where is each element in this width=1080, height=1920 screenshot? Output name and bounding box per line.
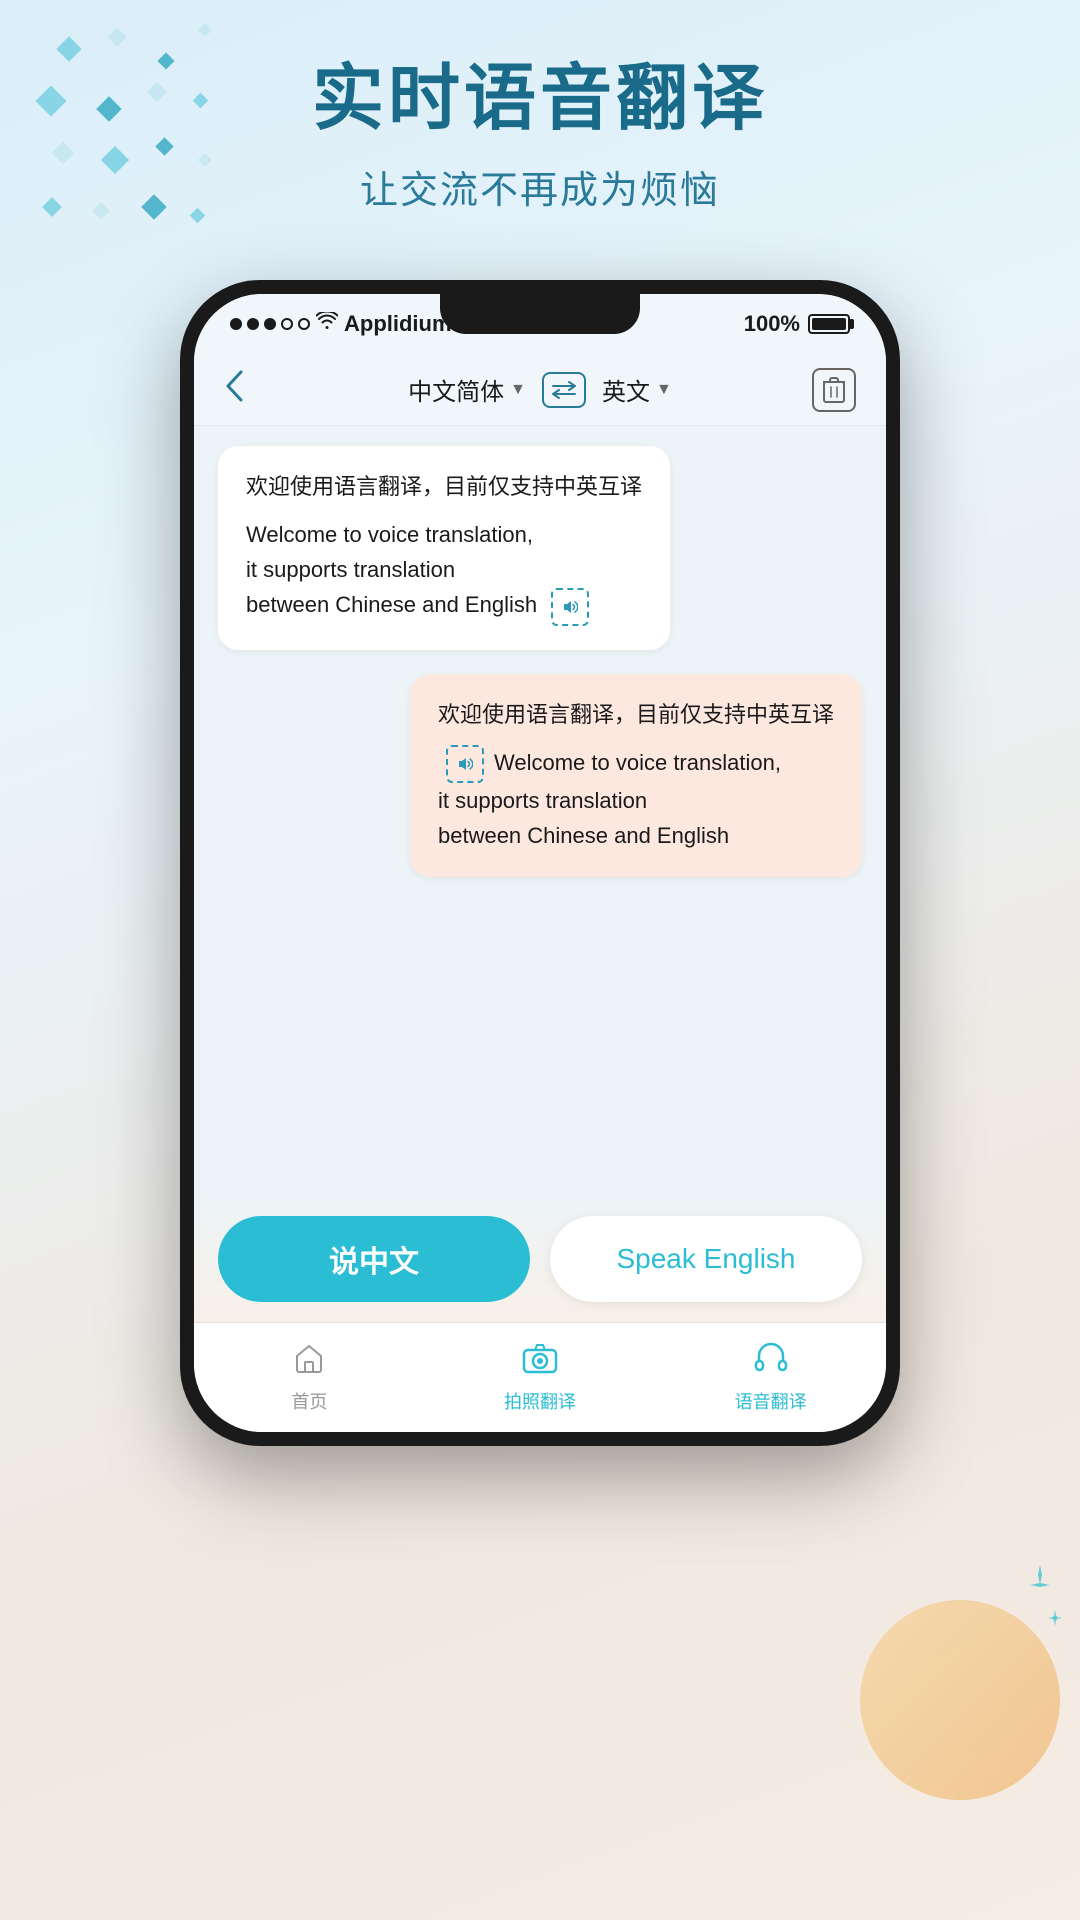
tab-photo-label: 拍照翻译 — [504, 1388, 576, 1414]
carrier-label: Applidium — [344, 311, 452, 337]
camera-icon — [522, 1342, 558, 1382]
tab-bar: 首页 拍照翻译 — [194, 1322, 886, 1432]
tab-home-label: 首页 — [291, 1388, 327, 1414]
bottom-action-area: 说中文 Speak English — [194, 1186, 886, 1322]
bubble-left-english: Welcome to voice translation,it supports… — [246, 517, 642, 626]
target-language-button[interactable]: 英文 ▼ — [602, 372, 672, 407]
tab-photo[interactable]: 拍照翻译 — [425, 1342, 656, 1414]
message-bubble-left: 欢迎使用语言翻译，目前仅支持中英互译 Welcome to voice tran… — [218, 446, 670, 650]
trash-button[interactable] — [812, 368, 856, 412]
battery-percent: 100% — [744, 311, 800, 337]
language-selector: 中文简体 ▼ 英文 ▼ — [274, 372, 806, 408]
phone-mockup: Applidium 11:27 AM 100% — [180, 280, 900, 1446]
status-left: Applidium — [230, 311, 452, 337]
speak-english-button[interactable]: Speak English — [550, 1216, 862, 1302]
nav-bar: 中文简体 ▼ 英文 ▼ — [194, 354, 886, 426]
home-icon — [293, 1342, 325, 1382]
chat-area: 欢迎使用语言翻译，目前仅支持中英互译 Welcome to voice tran… — [194, 426, 886, 1186]
speaker-button-right[interactable] — [446, 745, 484, 783]
bubble-left-chinese: 欢迎使用语言翻译，目前仅支持中英互译 — [246, 470, 642, 503]
source-lang-arrow: ▼ — [510, 381, 526, 399]
back-button[interactable] — [224, 369, 274, 411]
dot4 — [281, 318, 293, 330]
tab-voice[interactable]: 语音翻译 — [655, 1342, 886, 1414]
target-lang-arrow: ▼ — [656, 381, 672, 399]
phone-outer: Applidium 11:27 AM 100% — [180, 280, 900, 1446]
swap-language-button[interactable] — [542, 372, 586, 408]
signal-dots — [230, 318, 310, 330]
battery-fill — [812, 318, 846, 330]
page-title: 实时语音翻译 — [0, 60, 1080, 139]
status-right: 100% — [744, 311, 850, 337]
dot2 — [247, 318, 259, 330]
phone-notch — [440, 294, 640, 334]
target-language-label: 英文 — [602, 372, 650, 407]
bubble-right-chinese: 欢迎使用语言翻译，目前仅支持中英互译 — [438, 698, 834, 731]
wifi-icon — [316, 312, 338, 336]
message-bubble-right: 欢迎使用语言翻译，目前仅支持中英互译 Welcome to voice tran… — [410, 674, 862, 878]
page-header: 实时语音翻译 让交流不再成为烦恼 — [0, 0, 1080, 214]
dot5 — [298, 318, 310, 330]
speak-chinese-button[interactable]: 说中文 — [218, 1216, 530, 1302]
battery-icon — [808, 314, 850, 334]
tab-home[interactable]: 首页 — [194, 1342, 425, 1414]
speaker-button-left[interactable] — [551, 588, 589, 626]
phone-inner: Applidium 11:27 AM 100% — [194, 294, 886, 1432]
source-language-button[interactable]: 中文简体 ▼ — [408, 372, 526, 407]
tab-voice-label: 语音翻译 — [735, 1388, 807, 1414]
bubble-right-english: Welcome to voice translation,it supports… — [438, 745, 834, 854]
headphone-icon — [753, 1342, 789, 1382]
page-subtitle: 让交流不再成为烦恼 — [0, 159, 1080, 214]
trash-area — [806, 368, 856, 412]
dot1 — [230, 318, 242, 330]
source-language-label: 中文简体 — [408, 372, 504, 407]
decorative-sparkles — [1010, 1555, 1070, 1640]
dot3 — [264, 318, 276, 330]
